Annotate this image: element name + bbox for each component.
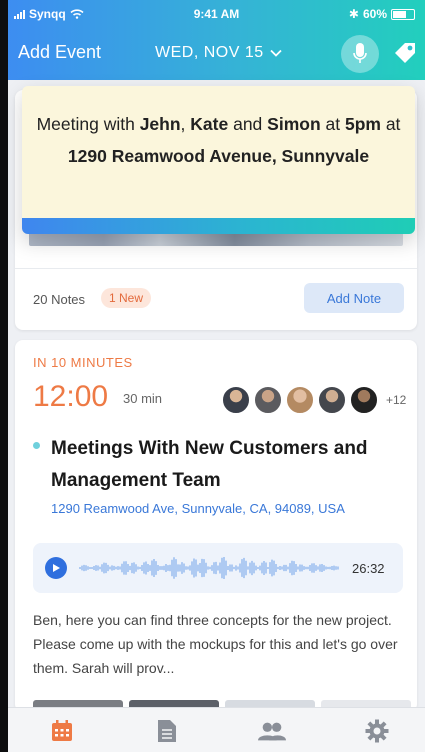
avatar <box>318 386 346 414</box>
notes-count: 20 Notes <box>33 292 86 307</box>
avatar <box>350 386 378 414</box>
document-icon <box>158 720 176 742</box>
transcription-popup: Meeting with Jehn, Kate and Simon at 5pm… <box>22 86 415 234</box>
transcription-segment: Jehn <box>139 114 181 134</box>
status-bar: Synqq 9:41 AM ✱ 60% <box>8 6 425 24</box>
battery-percent: 60% <box>362 7 387 21</box>
app-screen: Synqq 9:41 AM ✱ 60% Add Event WED, NOV 1… <box>8 0 425 752</box>
new-notes-badge: 1 New <box>101 288 152 308</box>
add-event-title[interactable]: Add Event <box>18 42 101 63</box>
bluetooth-icon: ✱ <box>348 7 359 21</box>
tag-icon <box>395 43 415 63</box>
avatar <box>222 386 250 414</box>
gear-icon <box>365 719 389 743</box>
microphone-icon <box>353 43 367 63</box>
event-card[interactable]: IN 10 MINUTES 12:00 30 min +12 Meetings … <box>15 340 417 712</box>
tag-button[interactable] <box>392 40 418 66</box>
transcription-segment: 5pm <box>344 114 381 134</box>
transcription-segment: Meeting with <box>36 114 140 134</box>
tab-settings[interactable] <box>363 717 391 745</box>
date-label: WED, NOV 15 <box>155 44 264 61</box>
chevron-down-icon <box>270 49 282 57</box>
tab-calendar[interactable] <box>48 717 76 745</box>
transcription-text: Meeting with Jehn, Kate and Simon at 5pm… <box>36 108 401 172</box>
more-attendees-count: +12 <box>386 393 407 407</box>
event-start-time: 12:00 <box>33 380 109 413</box>
calendar-icon <box>52 720 72 741</box>
audio-duration: 26:32 <box>352 561 385 576</box>
play-button[interactable] <box>45 557 67 579</box>
avatar <box>254 386 282 414</box>
add-note-button[interactable]: Add Note <box>304 283 404 313</box>
date-picker[interactable]: WED, NOV 15 <box>155 44 282 62</box>
event-duration: 30 min <box>123 391 163 406</box>
battery-icon <box>391 8 415 20</box>
people-icon <box>258 722 286 741</box>
voice-input-button[interactable] <box>341 35 379 73</box>
transcription-segment: at <box>380 114 401 134</box>
tab-notes[interactable] <box>153 717 181 745</box>
transcription-segment: and <box>228 114 268 134</box>
event-color-dot <box>33 442 40 449</box>
attendee-avatars[interactable]: +12 <box>222 386 406 414</box>
relative-time-label: IN 10 MINUTES <box>33 355 133 370</box>
transcription-segment: 1290 Reamwood Avenue, Sunnyvale <box>67 146 370 166</box>
tab-bar <box>8 707 425 752</box>
transcription-segment: Kate <box>190 114 229 134</box>
transcription-segment: at <box>320 114 345 134</box>
avatar <box>286 386 314 414</box>
event-title: Meetings With New Customers and Manageme… <box>51 438 368 491</box>
tab-contacts[interactable] <box>258 717 286 745</box>
transcription-segment: , <box>180 114 191 134</box>
event-description: Ben, here you can find three concepts fo… <box>33 612 398 676</box>
event-address-link[interactable]: 1290 Reamwood Ave, Sunnyvale, CA, 94089,… <box>51 501 345 516</box>
audio-player: 26:32 <box>33 543 403 593</box>
waveform[interactable] <box>79 552 339 584</box>
play-icon <box>53 564 60 572</box>
transcription-segment: Simon <box>267 114 321 134</box>
notes-row: 20 Notes 1 New Add Note <box>15 268 417 329</box>
header-bar: Synqq 9:41 AM ✱ 60% Add Event WED, NOV 1… <box>8 0 425 80</box>
popup-accent-bar <box>22 218 415 234</box>
